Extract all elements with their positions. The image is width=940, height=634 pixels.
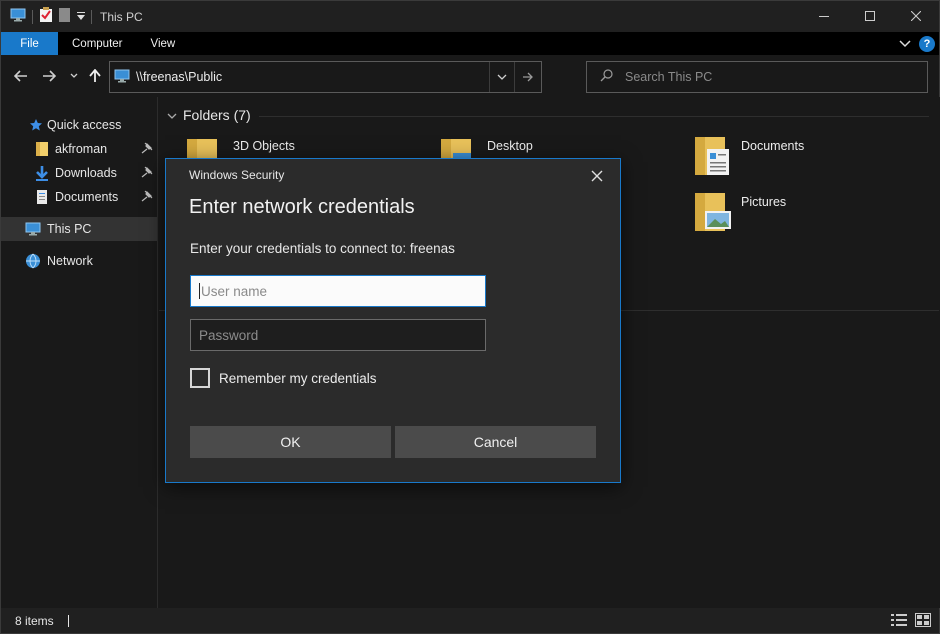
up-button[interactable] [85,66,105,86]
username-placeholder: User name [201,283,268,299]
chevron-down-icon[interactable] [899,37,911,51]
folder-icon [693,191,733,236]
close-button[interactable] [893,1,939,31]
forward-button[interactable] [39,66,59,86]
address-bar[interactable]: \\freenas\Public [109,61,542,93]
folder-label: Desktop [487,139,533,153]
chevron-down-icon [167,107,177,123]
window-controls [801,1,939,31]
back-button[interactable] [11,66,31,86]
tab-file[interactable]: File [1,32,58,55]
window-title: This PC [100,9,143,24]
sidebar-item-quick-access[interactable]: Quick access [1,113,157,137]
customize-toolbar-dropdown-icon[interactable] [77,10,85,24]
username-field[interactable]: User name [190,275,486,307]
dialog-caption: Windows Security [189,168,285,182]
sidebar-item-label: Downloads [55,166,117,180]
sidebar-item-network[interactable]: Network [1,249,157,273]
sidebar-item-documents[interactable]: Documents [1,185,157,209]
password-field[interactable]: Password [190,319,486,351]
sidebar-item-label: Network [47,254,93,268]
folders-group-header[interactable]: Folders (7) [167,107,251,123]
details-view-icon[interactable] [891,613,907,630]
folder-label: 3D Objects [233,139,295,153]
folder-icon [34,141,50,157]
ok-button[interactable]: OK [190,426,391,458]
sidebar-item-label: akfroman [55,142,108,156]
folder-icon [693,135,733,180]
download-arrow-icon [34,165,50,181]
star-icon [28,117,44,133]
pin-icon[interactable] [141,190,153,205]
group-divider [259,116,929,117]
computer-icon [25,221,41,237]
cancel-button[interactable]: Cancel [395,426,596,458]
view-switcher [891,613,931,630]
help-icon[interactable]: ? [919,35,935,52]
minimize-button[interactable] [801,1,847,31]
properties-icon[interactable] [39,7,53,26]
status-bar: 8 items [0,608,940,634]
network-icon [25,253,41,269]
address-history-dropdown[interactable] [489,62,515,92]
search-box[interactable]: Search This PC [586,61,928,93]
close-icon[interactable] [588,167,606,185]
computer-icon [114,69,130,86]
folder-item-pictures[interactable]: Pictures [693,191,786,236]
new-folder-icon[interactable] [59,7,71,26]
sidebar-item-akfroman[interactable]: akfroman [1,137,157,161]
ribbon-tabs: File Computer View ? [0,32,940,55]
group-header-label: Folders (7) [183,107,251,123]
folder-item-documents[interactable]: Documents [693,135,804,180]
password-placeholder: Password [199,327,259,343]
text-cursor [199,283,200,299]
sidebar-item-label: Documents [55,190,119,204]
maximize-button[interactable] [847,1,893,31]
address-text: \\freenas\Public [136,70,223,84]
remember-credentials-row[interactable]: Remember my credentials [190,368,377,388]
pin-icon[interactable] [141,142,153,157]
pin-icon[interactable] [141,166,153,181]
item-count: 8 items [15,613,54,628]
remember-credentials-checkbox[interactable] [190,368,210,388]
ribbon-controls: ? [899,32,939,55]
recent-locations-chevron-icon[interactable] [64,66,84,86]
dialog-message: Enter your credentials to connect to: fr… [190,241,455,256]
remember-credentials-label: Remember my credentials [219,370,377,386]
toolbar-separator [91,9,92,24]
quick-access-toolbar [1,1,92,33]
sidebar-item-this-pc[interactable]: This PC [1,217,157,241]
go-button[interactable] [515,62,541,92]
title-bar: This PC [0,0,940,32]
tab-view[interactable]: View [137,32,190,55]
document-icon [34,189,50,205]
dialog-title: Enter network credentials [189,196,415,218]
status-separator [67,614,69,627]
search-icon [600,69,613,85]
folder-label: Pictures [741,195,787,209]
sidebar-item-label: Quick access [47,118,122,132]
computer-icon [10,8,26,25]
folder-label: Documents [741,139,805,153]
navigation-bar: \\freenas\Public Search This PC [0,55,940,97]
large-icons-view-icon[interactable] [915,613,931,630]
navigation-pane: Quick access akfroman Downloads Document… [0,97,158,608]
search-placeholder: Search This PC [625,70,713,84]
toolbar-separator [32,9,33,24]
sidebar-item-label: This PC [47,222,92,236]
windows-security-dialog: Windows Security Enter network credentia… [165,158,621,483]
sidebar-item-downloads[interactable]: Downloads [1,161,157,185]
tab-computer[interactable]: Computer [58,32,137,55]
